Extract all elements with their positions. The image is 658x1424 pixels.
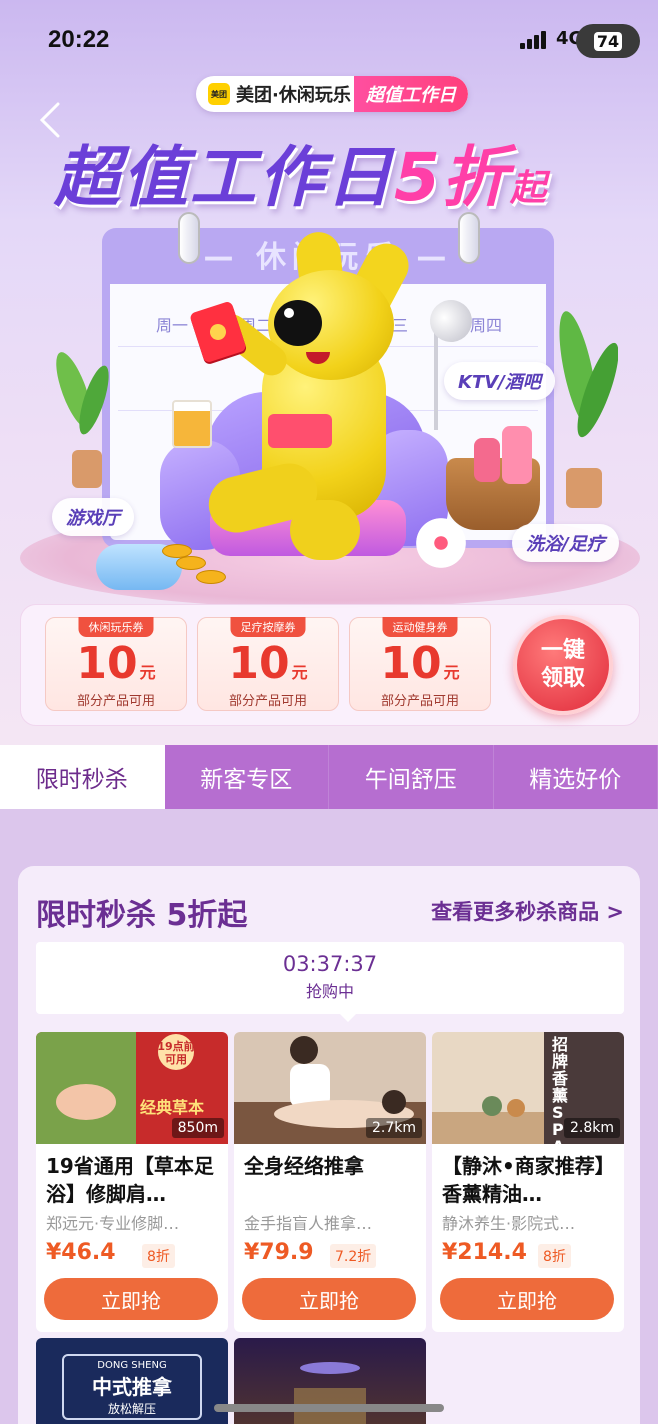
price: ¥79.9	[244, 1240, 314, 1265]
price: ¥46.4	[46, 1240, 116, 1265]
coupon-card[interactable]: 运动健身券 10 元 部分产品可用	[349, 617, 491, 711]
product-card[interactable]: 2.7km 全身经络推拿 金手指盲人推拿… ¥79.9 7.2折 立即抢	[234, 1032, 426, 1332]
tab-selected-deals[interactable]: 精选好价	[494, 745, 658, 809]
section-title: 限时秒杀 5折起	[36, 898, 248, 933]
category-tabs: 限时秒杀 新客专区 午间舒压 精选好价	[0, 745, 658, 809]
coin-icon	[176, 556, 206, 570]
product-name: 全身经络推拿	[244, 1154, 364, 1178]
page-title: 超值工作日5折起	[54, 124, 548, 220]
plant-icon	[56, 352, 109, 488]
product-image-text: 经典草本	[140, 1098, 205, 1117]
signal-icon	[520, 31, 550, 49]
shop-name: 静沐养生·影院式…	[442, 1214, 576, 1233]
bottle-icon	[474, 438, 500, 482]
home-indicator[interactable]	[214, 1404, 444, 1412]
calendar-ring	[178, 212, 200, 264]
plant-icon	[559, 311, 618, 508]
mascot-eye	[274, 300, 322, 346]
coin-icon	[196, 570, 226, 584]
discount-badge: 7.2折	[330, 1244, 377, 1268]
mascot-leg	[290, 500, 360, 560]
product-image: DONG SHENG 中式推拿 放松解压	[62, 1354, 202, 1420]
discount-badge: 8折	[538, 1244, 571, 1268]
red-envelope-icon	[268, 414, 332, 448]
product-card[interactable]: 经典草本 19点前可用 850m 19省通用【草本足浴】修脚肩… 郑远元·专业修…	[36, 1032, 228, 1332]
hero-banner: 20:22 4G 74 美团 美团·休闲玩乐 超值工作日 超值工作日5折起 — …	[0, 0, 658, 745]
coupon-amount: 10 元	[228, 638, 308, 689]
claim-all-button[interactable]: 一键 领取	[513, 615, 613, 715]
product-card[interactable]: 招牌香薰SPA 2.8km 【静沐•商家推荐】香薰精油… 静沐养生·影院式… ¥…	[432, 1032, 624, 1332]
claim-label-2: 领取	[540, 666, 585, 691]
coupon-name: 足疗按摩券	[230, 617, 306, 637]
coupon-note: 部分产品可用	[76, 694, 155, 709]
tab-flash-sale[interactable]: 限时秒杀	[0, 745, 165, 809]
buy-now-button[interactable]: 立即抢	[44, 1278, 218, 1320]
discount-badge: 8折	[142, 1244, 175, 1268]
coupon-name: 休闲玩乐券	[78, 617, 154, 637]
status-bar: 20:22 4G 74	[0, 0, 658, 80]
buy-now-button[interactable]: 立即抢	[242, 1278, 416, 1320]
tag-ktv[interactable]: KTV/酒吧	[444, 362, 555, 400]
product-image-brand: DONG SHENG	[97, 1360, 167, 1371]
distance-badge: 2.8km	[563, 1118, 620, 1138]
battery-icon: 74	[576, 24, 640, 58]
coupon-card[interactable]: 休闲玩乐券 10 元 部分产品可用	[45, 617, 187, 711]
coupon-card[interactable]: 足疗按摩券 10 元 部分产品可用	[197, 617, 339, 711]
claim-label-1: 一键	[540, 638, 585, 663]
price: ¥214.4	[442, 1240, 527, 1265]
meituan-logo: 美团	[208, 83, 230, 105]
countdown-timer: 03:37:37	[282, 952, 378, 976]
tab-noon-relax[interactable]: 午间舒压	[329, 745, 494, 809]
title-suffix: 起	[509, 168, 548, 209]
shop-name: 金手指盲人推拿…	[244, 1214, 373, 1233]
brand-pill: 美团 美团·休闲玩乐 超值工作日	[196, 76, 468, 112]
flash-sale-section: 限时秒杀 5折起 查看更多秒杀商品 > 03:37:37 抢购中 经典草本 19…	[18, 866, 640, 1424]
flower-icon	[412, 514, 470, 572]
distance-badge: 850m	[171, 1118, 224, 1138]
coupon-name: 运动健身券	[382, 617, 458, 637]
tag-bath-foot[interactable]: 洗浴/足疗	[512, 524, 619, 562]
buy-now-button[interactable]: 立即抢	[440, 1278, 614, 1320]
weekday-label: 周一	[156, 316, 189, 335]
coupon-amount: 10 元	[76, 638, 156, 689]
title-main: 超值工作日	[54, 139, 394, 216]
product-image-text: 中式推拿	[92, 1375, 172, 1399]
brand-tag: 超值工作日	[354, 76, 468, 112]
status-time: 20:22	[48, 26, 110, 53]
product-name: 【静沐•商家推荐】香薰精油…	[442, 1154, 615, 1206]
product-name: 19省通用【草本足浴】修脚肩…	[46, 1154, 214, 1206]
coupon-note: 部分产品可用	[380, 694, 459, 709]
distance-badge: 2.7km	[365, 1118, 422, 1138]
tab-new-customer[interactable]: 新客专区	[165, 745, 329, 809]
calendar-ring	[458, 212, 480, 264]
weekday-label: 周四	[470, 316, 503, 335]
countdown-panel: 03:37:37 抢购中	[36, 942, 624, 1022]
battery-level: 74	[593, 31, 623, 51]
title-accent: 5折	[394, 139, 510, 216]
coupon-note: 部分产品可用	[228, 694, 307, 709]
product-card[interactable]: DONG SHENG 中式推拿 放松解压	[36, 1338, 228, 1424]
shop-name: 郑远元·专业修脚…	[46, 1214, 180, 1233]
brand-name: 美团·休闲玩乐	[236, 85, 351, 106]
countdown-status: 抢购中	[305, 982, 354, 1001]
product-image-badge: 19点前可用	[157, 1040, 195, 1066]
product-image-sub: 放松解压	[107, 1402, 156, 1416]
tag-game-hall[interactable]: 游戏厅	[52, 498, 134, 536]
bottle-icon	[502, 426, 532, 484]
beer-icon	[172, 400, 212, 448]
see-more-link[interactable]: 查看更多秒杀商品 >	[431, 896, 624, 926]
coupon-amount: 10 元	[380, 638, 460, 689]
coupon-panel: 休闲玩乐券 10 元 部分产品可用 足疗按摩券 10 元 部分产品可用 运动健身券 …	[20, 604, 640, 726]
